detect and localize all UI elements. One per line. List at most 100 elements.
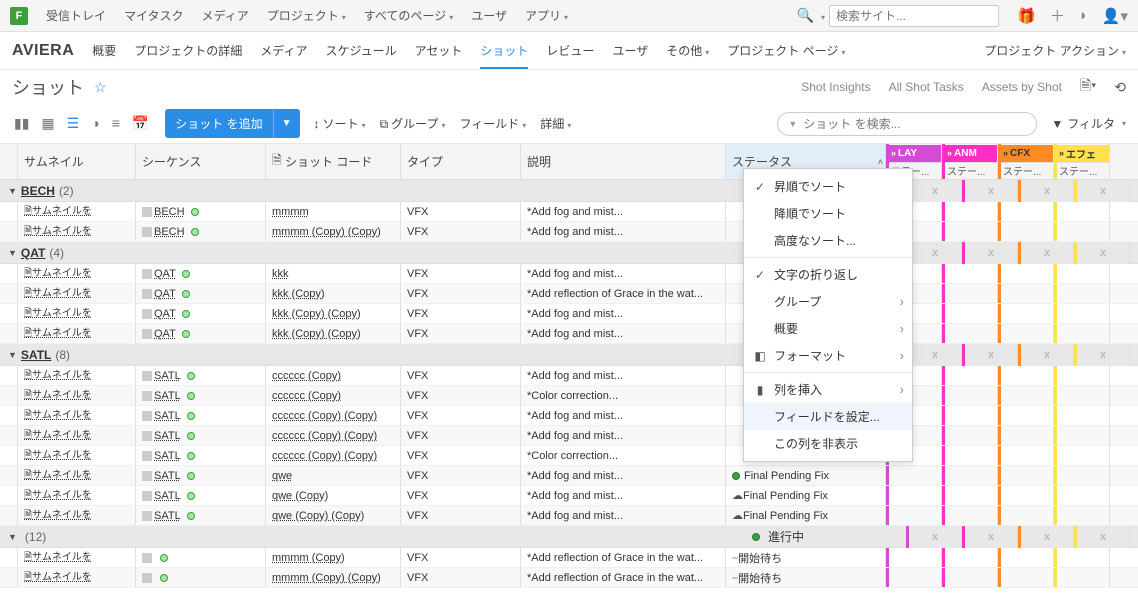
thumbnail-link[interactable]: 🗎サムネイルを [24,366,92,385]
col-shotcode[interactable]: 🗎 ショット コード [266,144,401,179]
nav-projects[interactable]: プロジェクト [267,7,346,24]
table-row[interactable]: 🗎サムネイルをQATkkk (Copy) (Copy)VFX*Add fog a… [0,324,1138,344]
shotcode-link[interactable]: cccccc (Copy) (Copy) [272,430,377,442]
col-thumbnail[interactable]: サムネイル [18,144,136,179]
view-gantt-icon[interactable]: ▮▮ [12,113,31,134]
table-row[interactable]: 🗎サムネイルをSATLqwe (Copy) (Copy)VFX*Add fog … [0,506,1138,526]
shotcode-link[interactable]: mmmm (Copy) (Copy) [272,226,381,238]
col-checkbox[interactable] [0,144,18,179]
gift-icon[interactable]: 🎁 [1017,7,1036,25]
pnav-users[interactable]: ユーザ [612,42,648,59]
view-thumb-icon[interactable]: ▦ [39,113,56,134]
col-pipeline-anm[interactable]: »ANMステー... [942,144,998,179]
group-row[interactable]: ▼(12)進行中xxxx [0,526,1138,548]
ctx-sort-desc[interactable]: 降順でソート [744,200,912,227]
shotcode-link[interactable]: mmmm (Copy) (Copy) [272,572,381,584]
table-row[interactable]: 🗎サムネイルをSATLcccccc (Copy) (Copy)VFX*Add f… [0,426,1138,446]
thumbnail-link[interactable]: 🗎サムネイルを [24,324,92,343]
col-sequence[interactable]: シーケンス [136,144,266,179]
ctx-sort-asc[interactable]: ✓昇順でソート [744,173,912,200]
sequence-link[interactable]: BECH [154,226,185,238]
plus-icon[interactable]: ＋ [1050,5,1065,26]
sort-button[interactable]: ↕ソート [314,115,366,132]
filter-button[interactable]: ▼フィルタ [1051,115,1126,132]
nav-users[interactable]: ユーザ [471,7,507,24]
thumbnail-link[interactable]: 🗎サムネイルを [24,406,92,425]
favorite-star-icon[interactable]: ☆ [94,79,107,96]
group-button[interactable]: ⧉グループ [380,115,446,132]
sequence-link[interactable]: BECH [154,206,185,218]
sequence-link[interactable]: QAT [154,288,176,300]
table-row[interactable]: 🗎サムネイルをSATLcccccc (Copy) (Copy)VFX*Add f… [0,406,1138,426]
shotcode-link[interactable]: mmmm (Copy) [272,552,345,564]
nav-media[interactable]: メディア [202,7,249,24]
shotcode-link[interactable]: kkk (Copy) (Copy) [272,328,361,340]
detail-button[interactable]: 詳細 [540,115,571,132]
sequence-link[interactable]: SATL [154,470,181,482]
project-actions[interactable]: プロジェクト アクション [984,42,1126,59]
chevron-down-icon[interactable]: ▼ [788,119,797,129]
col-type[interactable]: タイプ [401,144,521,179]
thumbnail-link[interactable]: 🗎サムネイルを [24,466,92,485]
pnav-details[interactable]: プロジェクトの詳細 [134,42,242,59]
thumbnail-link[interactable]: 🗎サムネイルを [24,446,92,465]
col-description[interactable]: 説明 [521,144,726,179]
shotcode-link[interactable]: qwe (Copy) [272,490,328,502]
pnav-other[interactable]: その他 [666,42,709,59]
pnav-review[interactable]: レビュー [546,42,594,59]
thumbnail-link[interactable]: 🗎サムネイルを [24,202,92,221]
table-row[interactable]: 🗎サムネイルをQATkkkVFX*Add fog and mist... [0,264,1138,284]
col-pipeline-cfx[interactable]: »CFXステー... [998,144,1054,179]
table-row[interactable]: 🗎サムネイルをSATLqwe (Copy)VFX*Add fog and mis… [0,486,1138,506]
thumbnail-link[interactable]: 🗎サムネイルを [24,284,92,303]
thumbnail-link[interactable]: 🗎サムネイルを [24,426,92,445]
pnav-projpages[interactable]: プロジェクト ページ [727,42,845,59]
ctx-sort-adv[interactable]: 高度なソート... [744,227,912,254]
ctx-configure-field[interactable]: フィールドを設定... [744,403,912,430]
pnav-overview[interactable]: 概要 [92,42,116,59]
refresh-icon[interactable]: ⟲ [1114,79,1126,96]
view-task-icon[interactable]: ◑ [89,113,101,134]
fields-button[interactable]: フィールド [459,115,526,132]
shotcode-link[interactable]: kkk [272,268,289,280]
view-calendar-icon[interactable]: 📅 [130,113,151,134]
table-row[interactable]: 🗎サムネイルをSATLqweVFX*Add fog and mist...Fin… [0,466,1138,486]
thumbnail-link[interactable]: 🗎サムネイルを [24,548,92,567]
nav-apps[interactable]: アプリ [525,7,568,24]
table-row[interactable]: 🗎サムネイルをSATLcccccc (Copy) (Copy)VFX*Color… [0,446,1138,466]
table-row[interactable]: 🗎サムネイルをBECHmmmmVFX*Add fog and mist... [0,202,1138,222]
ctx-summary[interactable]: 概要 [744,315,912,342]
thumbnail-link[interactable]: 🗎サムネイルを [24,506,92,525]
sequence-link[interactable]: SATL [154,370,181,382]
table-row[interactable]: 🗎サムネイルをQATkkk (Copy) (Copy)VFX*Add fog a… [0,304,1138,324]
link-assets-by-shot[interactable]: Assets by Shot [982,80,1062,94]
sequence-link[interactable]: SATL [154,490,181,502]
pnav-shots[interactable]: ショット [480,42,528,69]
shot-search[interactable]: ▼ [777,112,1037,136]
thumbnail-link[interactable]: 🗎サムネイルを [24,264,92,283]
sequence-link[interactable]: SATL [154,430,181,442]
ctx-insert-col[interactable]: ▮列を挿入 [744,376,912,403]
avatar[interactable]: 👤▾ [1102,7,1128,25]
nav-allpages[interactable]: すべてのページ [364,7,453,24]
search-dropdown-icon[interactable] [818,9,825,23]
pnav-schedule[interactable]: スケジュール [325,42,396,59]
sequence-link[interactable]: SATL [154,510,181,522]
add-shot-button[interactable]: ショット を追加 [165,109,272,138]
shotcode-link[interactable]: cccccc (Copy) (Copy) [272,410,377,422]
ctx-wrap[interactable]: ✓文字の折り返し [744,261,912,288]
ctx-group[interactable]: グループ [744,288,912,315]
shotcode-link[interactable]: cccccc (Copy) [272,390,341,402]
thumbnail-link[interactable]: 🗎サムネイルを [24,568,92,587]
sequence-link[interactable]: SATL [154,390,181,402]
view-list-icon[interactable]: ☰ [65,113,82,134]
global-search-input[interactable] [829,5,999,27]
table-row[interactable]: 🗎サムネイルをBECHmmmm (Copy) (Copy)VFX*Add fog… [0,222,1138,242]
link-shot-insights[interactable]: Shot Insights [801,80,870,94]
ctx-format[interactable]: ◧フォーマット [744,342,912,369]
new-page-icon[interactable]: 🗎▾ [1080,75,1096,99]
view-card-icon[interactable]: ≡ [110,113,122,134]
moon-icon[interactable]: ◗ [1079,7,1088,24]
table-row[interactable]: 🗎サムネイルをSATLcccccc (Copy)VFX*Add fog and … [0,366,1138,386]
table-row[interactable]: 🗎サムネイルをQATkkk (Copy)VFX*Add reflection o… [0,284,1138,304]
